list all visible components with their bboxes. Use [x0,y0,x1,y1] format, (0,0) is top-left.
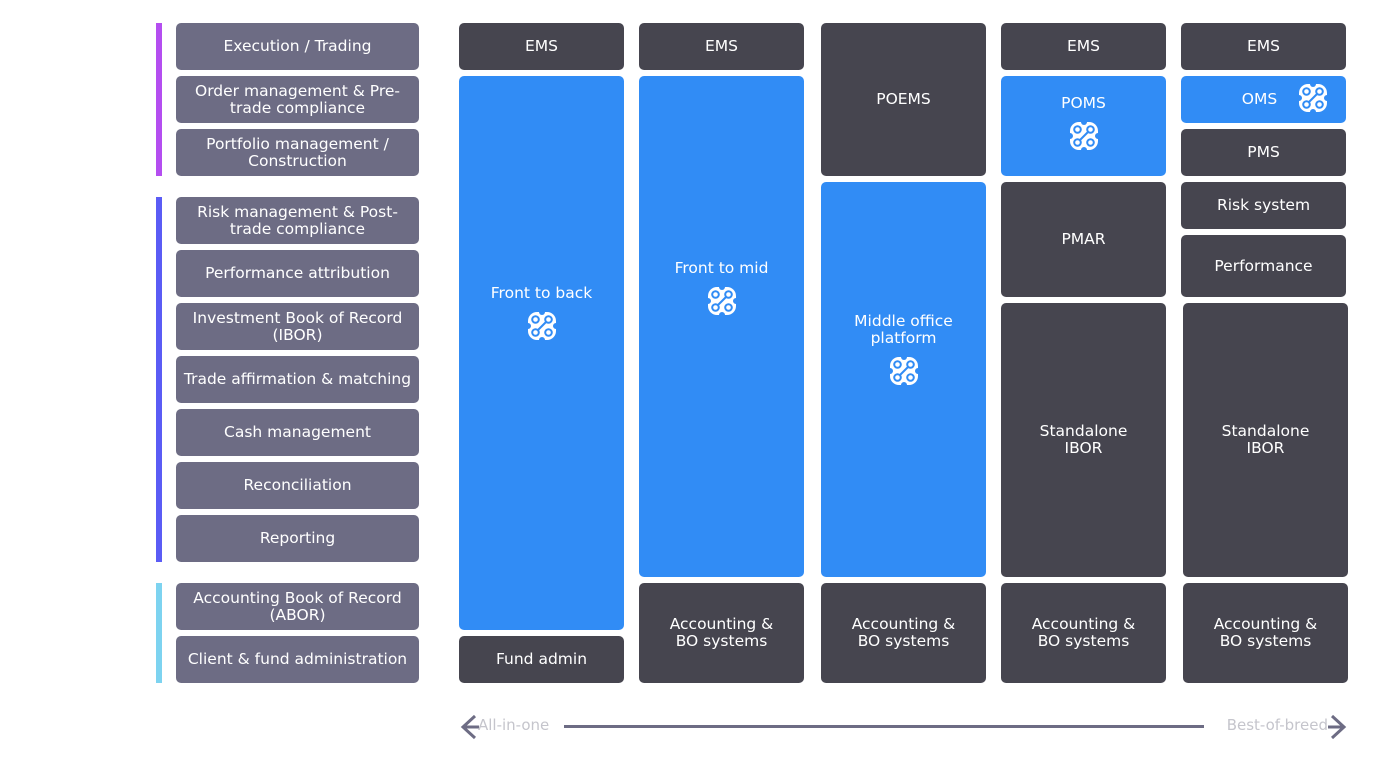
platform-icon [1296,80,1331,118]
function-box: Execution / Trading [176,23,419,70]
function-label: Cash management [224,423,371,441]
system-block: Standalone IBOR [1183,303,1348,577]
block-label: Performance [1214,256,1313,275]
system-block: Accounting & BO systems [639,583,804,683]
function-box: Cash management [176,409,419,456]
block-label: EMS [524,37,558,55]
all-in-one-label: All-in-one [478,716,550,734]
system-block: Accounting & BO systems [1183,583,1348,683]
system-block: PMAR [1001,182,1166,297]
platform-block: OMS [1181,76,1346,123]
block-label: EMS [1246,37,1280,55]
function-label: Order management & Pre-trade compliance [195,81,400,117]
system-block: EMS [459,23,624,70]
axis-line [564,725,1204,728]
block-label: Standalone IBOR [1039,422,1128,457]
block-label: Accounting & BO systems [851,615,956,650]
block-label: Fund admin [495,650,588,668]
front-office-bar [156,23,162,176]
block-label: POEMS [876,90,931,108]
block-label: Accounting & BO systems [669,615,774,650]
function-box: Trade affirmation & matching [176,356,419,403]
function-label: Reconciliation [243,476,352,494]
function-box: Risk management & Post-trade compliance [176,197,419,244]
system-block: EMS [1001,23,1166,70]
system-block: Accounting & BO systems [1001,583,1166,683]
platform-block: Front to mid [639,76,804,577]
system-block: Performance [1181,235,1346,297]
system-block: Risk system [1181,182,1346,229]
block-label: PMS [1247,143,1280,161]
spectrum-axis: All-in-one Best-of-breed [459,714,1348,740]
system-block: Accounting & BO systems [821,583,986,683]
block-label: PMAR [1061,230,1106,248]
system-block: EMS [639,23,804,70]
platform-icon [886,354,921,391]
function-box: Portfolio management / Construction [176,129,419,176]
function-box: Investment Book of Record (IBOR) [176,303,419,350]
system-block: EMS [1181,23,1346,70]
block-label: EMS [1066,37,1100,55]
middle-office-bar [156,197,162,562]
block-label: POMS [1061,94,1106,112]
function-box: Accounting Book of Record (ABOR) [176,583,419,630]
platform-block: Front to back [459,76,624,630]
block-label: Standalone IBOR [1221,422,1310,457]
platform-block: Middle office platform [821,182,986,577]
arrow-left-icon [460,714,479,740]
best-of-breed-label: Best-of-breed [1226,716,1328,734]
function-label: Investment Book of Record (IBOR) [192,308,403,344]
platform-icon [704,284,739,321]
block-label: Front to mid [674,259,769,277]
system-block: PMS [1181,129,1346,176]
block-label: Middle office platform [854,312,953,347]
function-label: Execution / Trading [223,37,372,55]
arrow-right-icon [1328,714,1347,740]
system-block: POEMS [821,23,986,176]
function-label: Portfolio management / Construction [206,134,389,170]
function-box: Order management & Pre-trade compliance [176,76,419,123]
function-label: Accounting Book of Record (ABOR) [193,588,402,624]
back-office-bar [156,583,162,683]
block-label: Accounting & BO systems [1213,615,1318,650]
function-box: Client & fund administration [176,636,419,683]
block-label: Risk system [1216,196,1311,214]
block-label: EMS [704,37,738,55]
platform-block: POMS [1001,76,1166,176]
platform-icon [1066,119,1101,156]
function-label: Reporting [259,529,336,547]
function-label: Client & fund administration [187,650,408,668]
function-label: Trade affirmation & matching [183,370,412,388]
system-block: Standalone IBOR [1001,303,1166,577]
function-label: Risk management & Post-trade compliance [197,202,398,238]
function-box: Performance attribution [176,250,419,297]
function-label: Performance attribution [205,264,390,282]
system-block: Fund admin [459,636,624,683]
platform-icon [524,309,559,346]
block-label: Front to back [490,284,593,302]
block-label: Accounting & BO systems [1031,615,1136,650]
block-label: OMS [1241,90,1278,108]
function-box: Reporting [176,515,419,562]
function-box: Reconciliation [176,462,419,509]
